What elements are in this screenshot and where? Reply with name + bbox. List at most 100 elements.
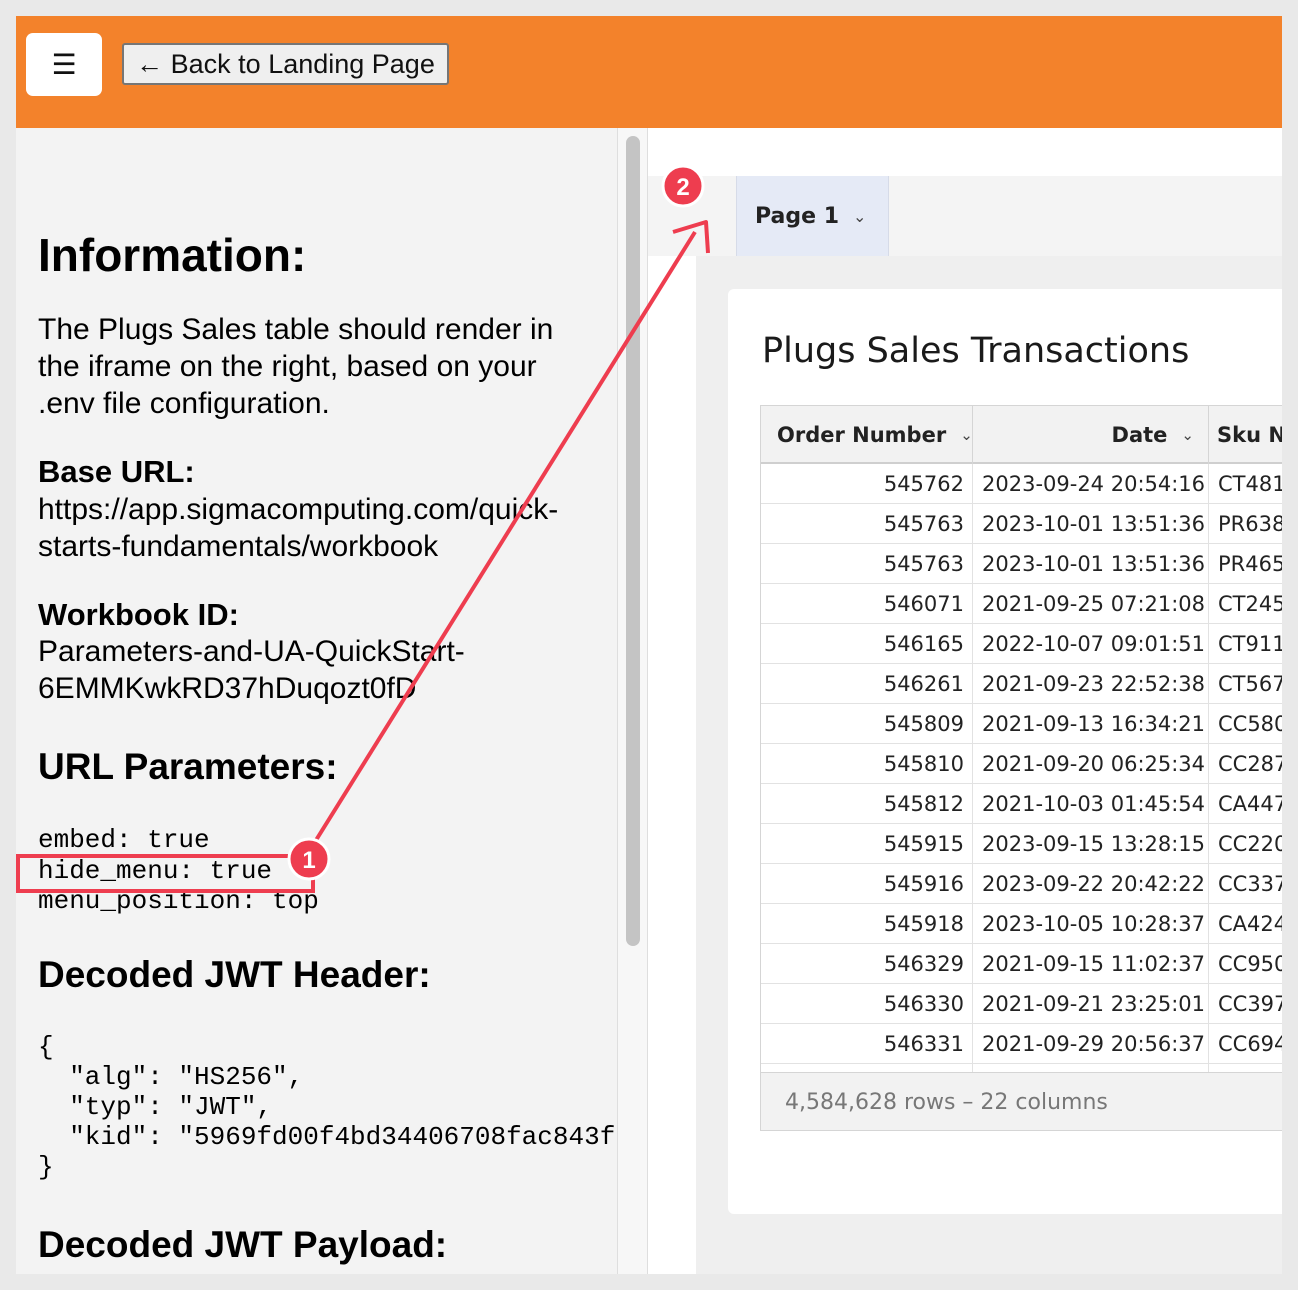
column-header-date[interactable]: Date ⌄ (973, 406, 1209, 464)
date-cell[interactable]: 2021-09-13 16:34:21 (973, 704, 1209, 744)
url-param-embed: embed: true (38, 825, 210, 855)
date-cell[interactable]: 2021-09-20 06:25:34 (973, 744, 1209, 784)
sku-cell[interactable]: CC694 (1209, 1024, 1282, 1064)
chevron-down-icon[interactable]: ⌄ (960, 426, 972, 444)
sku-cell[interactable]: PR638 (1209, 504, 1282, 544)
scrollbar-thumb[interactable] (626, 136, 640, 946)
sku-cell[interactable]: CC220 (1209, 824, 1282, 864)
order-number-cell[interactable]: 545762 (761, 464, 973, 504)
order-number-cell[interactable]: 545763 (761, 544, 973, 584)
order-number-cell[interactable]: 545812 (761, 784, 973, 824)
workbook-id-value: Parameters-and-UA-QuickStart-6EMMKwkRD37… (38, 635, 465, 705)
order-number-cell[interactable]: 545915 (761, 824, 973, 864)
sku-cell[interactable]: CT245 (1209, 584, 1282, 624)
sku-cell[interactable]: CC397 (1209, 984, 1282, 1024)
table-row[interactable]: 546165 2022-10-07 09:01:51 CT911 (761, 624, 1282, 664)
info-title: Information: (38, 229, 307, 281)
sales-table: Order Number ⌄ Date ⌄ Sku Nu 5457622023-… (760, 405, 1282, 1131)
order-number-cell[interactable]: 545918 (761, 904, 973, 944)
sku-cell[interactable]: CA447 (1209, 784, 1282, 824)
date-cell[interactable]: 2023-09-15 13:28:15 (973, 824, 1209, 864)
column-header-label: Order Number (777, 423, 947, 447)
order-number-cell[interactable]: 546071 (761, 584, 973, 624)
jwt-payload-heading: Decoded JWT Payload: (38, 1224, 448, 1265)
date-cell[interactable]: 2021-09-29 20:56:37 (973, 1024, 1209, 1064)
table-header: Order Number ⌄ Date ⌄ Sku Nu (761, 406, 1282, 464)
jwt-header-line: "typ": "JWT", (38, 1092, 273, 1122)
column-header-order-number[interactable]: Order Number ⌄ (761, 406, 973, 464)
chevron-down-icon[interactable]: ⌄ (1181, 426, 1194, 444)
table-row[interactable]: 546261 2021-09-23 22:52:38 CT567 (761, 664, 1282, 704)
page-tab-label: Page 1 (755, 203, 840, 229)
base-url-value: https://app.sigmacomputing.com/quick-sta… (38, 493, 559, 563)
order-number-cell[interactable]: 545809 (761, 704, 973, 744)
order-number-cell[interactable]: 546165 (761, 624, 973, 664)
date-cell[interactable]: 2023-10-01 13:51:36 (973, 544, 1209, 584)
page-tab-bar: Page 1 ⌄ (648, 176, 1282, 256)
order-number-cell[interactable]: 546261 (761, 664, 973, 704)
table-row[interactable]: 546071 2021-09-25 07:21:08 CT245 (761, 584, 1282, 624)
column-header-sku[interactable]: Sku Nu (1209, 406, 1282, 464)
order-number-cell[interactable]: 546331 (761, 1024, 973, 1064)
hamburger-menu-button[interactable]: ☰ (26, 33, 102, 96)
chevron-down-icon[interactable]: ⌄ (853, 207, 866, 226)
table-row[interactable]: 545763 2023-10-01 13:51:36 PR465 (761, 544, 1282, 584)
sku-cell[interactable]: CC580 (1209, 704, 1282, 744)
top-bar: ☰ ← Back to Landing Page (16, 16, 1282, 128)
info-panel-scrollbar[interactable] (617, 128, 648, 1274)
sku-cell[interactable]: CC287 (1209, 744, 1282, 784)
url-params-heading: URL Parameters: (38, 746, 338, 787)
workbook-canvas: Plugs Sales Transactions Order Number ⌄ … (696, 256, 1282, 1274)
table-row[interactable]: 545810 2021-09-20 06:25:34 CC287 (761, 744, 1282, 784)
table-card: Plugs Sales Transactions Order Number ⌄ … (728, 289, 1282, 1214)
sku-cell[interactable]: CT567 (1209, 664, 1282, 704)
date-cell[interactable]: 2021-10-03 01:45:54 (973, 784, 1209, 824)
tab-page-1[interactable]: Page 1 ⌄ (736, 176, 889, 256)
table-row[interactable]: 545809 2021-09-13 16:34:21 CC580 (761, 704, 1282, 744)
date-cell[interactable]: 2021-09-25 07:21:08 (973, 584, 1209, 624)
jwt-header-line: "kid": "5969fd00f4bd34406708fac843f (38, 1122, 616, 1152)
back-to-landing-button[interactable]: ← Back to Landing Page (122, 43, 449, 85)
table-row[interactable]: 545762 2023-09-24 20:54:16 CT481 (761, 464, 1282, 504)
date-cell[interactable]: 2023-09-24 20:54:16 (973, 464, 1209, 504)
jwt-header-heading: Decoded JWT Header: (38, 954, 431, 995)
url-param-hide-menu: hide_menu: true (38, 856, 273, 886)
table-row[interactable]: 545918 2023-10-05 10:28:37 CA424 (761, 904, 1282, 944)
embedded-workbook-iframe: Page 1 ⌄ Plugs Sales Transactions Order … (648, 128, 1282, 1274)
sku-cell[interactable]: CT481 (1209, 464, 1282, 504)
column-header-label: Sku Nu (1217, 423, 1282, 447)
table-row[interactable]: 545915 2023-09-15 13:28:15 CC220 (761, 824, 1282, 864)
order-number-cell[interactable]: 546330 (761, 984, 973, 1024)
order-number-cell[interactable]: 545763 (761, 504, 973, 544)
date-cell[interactable]: 2021-09-15 11:02:37 (973, 944, 1209, 984)
jwt-header-line: } (38, 1152, 54, 1182)
date-cell[interactable]: 2021-09-21 23:25:01 (973, 984, 1209, 1024)
order-number-cell[interactable]: 545810 (761, 744, 973, 784)
sku-cell[interactable]: CC337 (1209, 864, 1282, 904)
base-url-heading: Base URL: (38, 454, 195, 489)
table-row[interactable]: 545812 2021-10-03 01:45:54 CA447 (761, 784, 1282, 824)
date-cell[interactable]: 2023-09-22 20:42:22 (973, 864, 1209, 904)
sku-cell[interactable]: CC950 (1209, 944, 1282, 984)
hamburger-icon: ☰ (51, 48, 77, 81)
date-cell[interactable]: 2023-10-01 13:51:36 (973, 504, 1209, 544)
date-cell[interactable]: 2023-10-05 10:28:37 (973, 904, 1209, 944)
sku-cell[interactable]: PR465 (1209, 544, 1282, 584)
jwt-header-line: { (38, 1032, 54, 1062)
table-footer: 4,584,628 rows – 22 columns (761, 1072, 1282, 1130)
app-window: ☰ ← Back to Landing Page Information: Th… (16, 16, 1282, 1274)
table-row[interactable]: 545763 2023-10-01 13:51:36 PR638 (761, 504, 1282, 544)
sku-cell[interactable]: CT911 (1209, 624, 1282, 664)
table-row[interactable]: 546329 2021-09-15 11:02:37 CC950 (761, 944, 1282, 984)
date-cell[interactable]: 2021-09-23 22:52:38 (973, 664, 1209, 704)
table-row[interactable]: 546331 2021-09-29 20:56:37 CC694 (761, 1024, 1282, 1064)
sku-cell[interactable]: CA424 (1209, 904, 1282, 944)
order-number-cell[interactable]: 546329 (761, 944, 973, 984)
workbook-id-heading: Workbook ID: (38, 597, 239, 632)
url-param-menu-position: menu_position: top (38, 886, 319, 916)
table-row[interactable]: 546330 2021-09-21 23:25:01 CC397 (761, 984, 1282, 1024)
info-panel: Information: The Plugs Sales table shoul… (16, 128, 617, 1274)
date-cell[interactable]: 2022-10-07 09:01:51 (973, 624, 1209, 664)
table-row[interactable]: 545916 2023-09-22 20:42:22 CC337 (761, 864, 1282, 904)
order-number-cell[interactable]: 545916 (761, 864, 973, 904)
